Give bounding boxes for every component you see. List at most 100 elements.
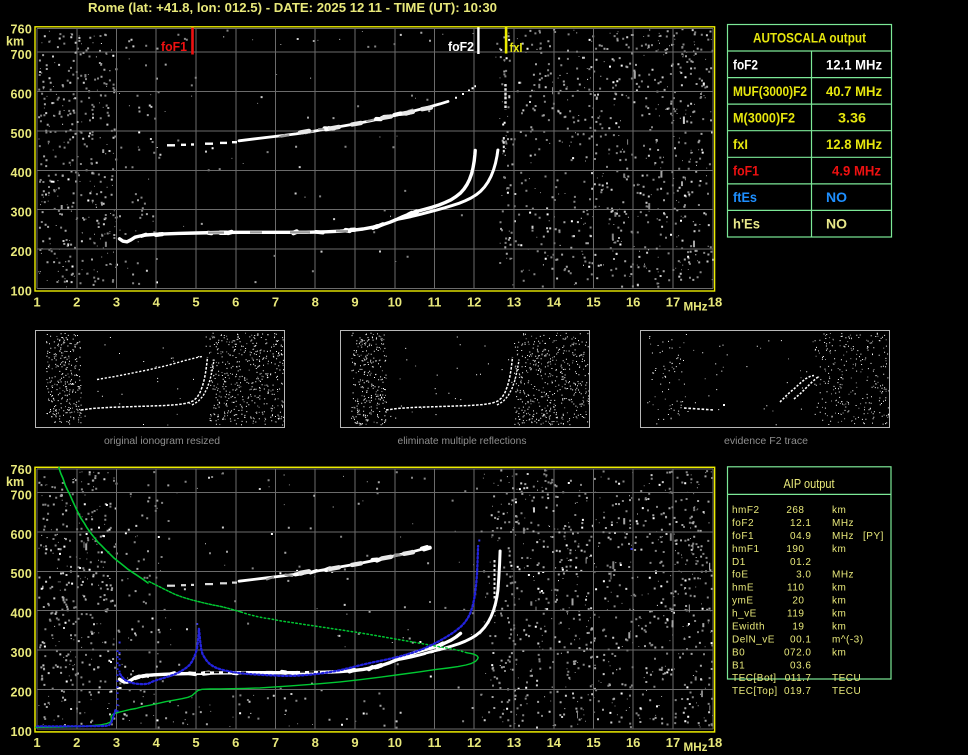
svg-text:5: 5 — [192, 295, 199, 310]
svg-text:400: 400 — [11, 166, 32, 180]
svg-text:MHz: MHz — [832, 570, 854, 581]
svg-text:MHz: MHz — [832, 518, 854, 529]
svg-text:300: 300 — [11, 646, 32, 660]
svg-text:12.1 MHz: 12.1 MHz — [826, 57, 882, 72]
svg-text:17: 17 — [666, 295, 680, 310]
svg-text:ymE: ymE — [732, 596, 754, 607]
svg-text:12: 12 — [467, 735, 481, 750]
svg-text:m^(-3): m^(-3) — [832, 634, 864, 645]
svg-text:original ionogram resized: original ionogram resized — [104, 435, 220, 447]
svg-text:6: 6 — [232, 295, 239, 310]
svg-text:foF2: foF2 — [732, 518, 754, 529]
svg-text:eliminate multiple reflections: eliminate multiple reflections — [398, 435, 527, 447]
svg-text:600: 600 — [11, 528, 32, 542]
svg-text:8: 8 — [312, 295, 319, 310]
svg-text:hmF2: hmF2 — [732, 505, 760, 516]
svg-text:km: km — [832, 622, 846, 633]
svg-text:TECU: TECU — [832, 673, 861, 684]
svg-text:500: 500 — [11, 127, 32, 141]
svg-text:12: 12 — [467, 295, 481, 310]
svg-text:268: 268 — [786, 505, 804, 516]
svg-text:14: 14 — [547, 295, 562, 310]
svg-text:00.1: 00.1 — [790, 634, 811, 645]
svg-text:TEC[Bot]: TEC[Bot] — [732, 673, 777, 684]
svg-text:1: 1 — [33, 295, 40, 310]
svg-text:1: 1 — [33, 735, 40, 750]
svg-text:TECU: TECU — [832, 686, 861, 697]
svg-text:D1: D1 — [732, 557, 746, 568]
svg-text:DelN_vE: DelN_vE — [732, 634, 775, 645]
svg-text:foE: foE — [732, 570, 749, 581]
svg-text:11: 11 — [428, 735, 442, 750]
svg-text:10: 10 — [388, 295, 402, 310]
svg-text:evidence F2 trace: evidence F2 trace — [724, 435, 808, 447]
svg-text:100: 100 — [11, 284, 32, 298]
svg-text:km: km — [832, 609, 846, 620]
svg-text:fxI: fxI — [510, 40, 523, 55]
svg-text:4: 4 — [153, 735, 161, 750]
svg-text:MHz: MHz — [832, 531, 854, 542]
svg-text:01.2: 01.2 — [790, 557, 811, 568]
svg-text:h'Es: h'Es — [733, 217, 760, 232]
svg-text:M(3000)F2: M(3000)F2 — [733, 110, 795, 125]
svg-text:B1: B1 — [732, 660, 745, 671]
svg-text:500: 500 — [11, 567, 32, 581]
svg-text:019.7: 019.7 — [784, 686, 812, 697]
svg-text:7: 7 — [272, 735, 279, 750]
svg-text:4.9 MHz: 4.9 MHz — [832, 164, 881, 179]
svg-text:16: 16 — [626, 735, 640, 750]
svg-text:[PY]: [PY] — [863, 531, 884, 542]
svg-text:10: 10 — [388, 735, 402, 750]
svg-text:AIP output: AIP output — [784, 476, 835, 491]
svg-text:072.0: 072.0 — [784, 647, 812, 658]
svg-text:MHz: MHz — [684, 740, 708, 754]
svg-text:110: 110 — [787, 583, 804, 594]
svg-text:hmE: hmE — [732, 583, 754, 594]
svg-text:km: km — [832, 647, 846, 658]
svg-text:200: 200 — [11, 245, 32, 259]
svg-text:300: 300 — [11, 206, 32, 220]
svg-text:3.0: 3.0 — [796, 570, 811, 581]
svg-text:Ewidth: Ewidth — [732, 622, 765, 633]
svg-text:8: 8 — [312, 735, 319, 750]
svg-text:12.1: 12.1 — [790, 518, 811, 529]
svg-text:3: 3 — [113, 735, 120, 750]
svg-text:MUF(3000)F2: MUF(3000)F2 — [733, 84, 807, 99]
svg-text:15: 15 — [586, 295, 600, 310]
svg-text:600: 600 — [11, 87, 32, 101]
svg-text:km: km — [6, 34, 24, 48]
svg-text:km: km — [6, 475, 24, 489]
svg-text:13: 13 — [507, 735, 521, 750]
svg-text:16: 16 — [626, 295, 640, 310]
svg-text:2: 2 — [73, 295, 80, 310]
svg-text:011.7: 011.7 — [785, 673, 812, 684]
svg-text:Rome (lat: +41.8, lon: 012.5): Rome (lat: +41.8, lon: 012.5) - DATE: 20… — [88, 0, 497, 15]
svg-text:7: 7 — [272, 295, 279, 310]
svg-text:fxI: fxI — [733, 137, 748, 152]
svg-text:4: 4 — [153, 295, 161, 310]
svg-text:04.9: 04.9 — [790, 531, 811, 542]
svg-text:NO: NO — [826, 217, 847, 232]
svg-text:20: 20 — [792, 596, 804, 607]
svg-text:190: 190 — [786, 544, 804, 555]
svg-text:17: 17 — [666, 735, 680, 750]
svg-text:foF1: foF1 — [732, 531, 754, 542]
svg-text:14: 14 — [547, 735, 562, 750]
svg-text:18: 18 — [708, 735, 722, 750]
svg-text:19: 19 — [792, 622, 804, 633]
svg-text:km: km — [832, 596, 846, 607]
svg-text:700: 700 — [11, 488, 32, 502]
svg-text:700: 700 — [11, 48, 32, 62]
svg-text:AUTOSCALA output: AUTOSCALA output — [753, 31, 866, 46]
svg-text:MHz: MHz — [684, 300, 708, 314]
svg-text:9: 9 — [351, 295, 358, 310]
svg-text:km: km — [832, 583, 846, 594]
svg-text:40.7 MHz: 40.7 MHz — [826, 84, 882, 99]
svg-text:3.36: 3.36 — [838, 110, 867, 125]
svg-text:NO: NO — [826, 190, 847, 205]
svg-text:km: km — [832, 544, 846, 555]
svg-text:foF1: foF1 — [161, 39, 187, 54]
svg-text:h_vE: h_vE — [732, 609, 757, 620]
svg-text:18: 18 — [708, 295, 722, 310]
svg-text:119: 119 — [787, 609, 804, 620]
